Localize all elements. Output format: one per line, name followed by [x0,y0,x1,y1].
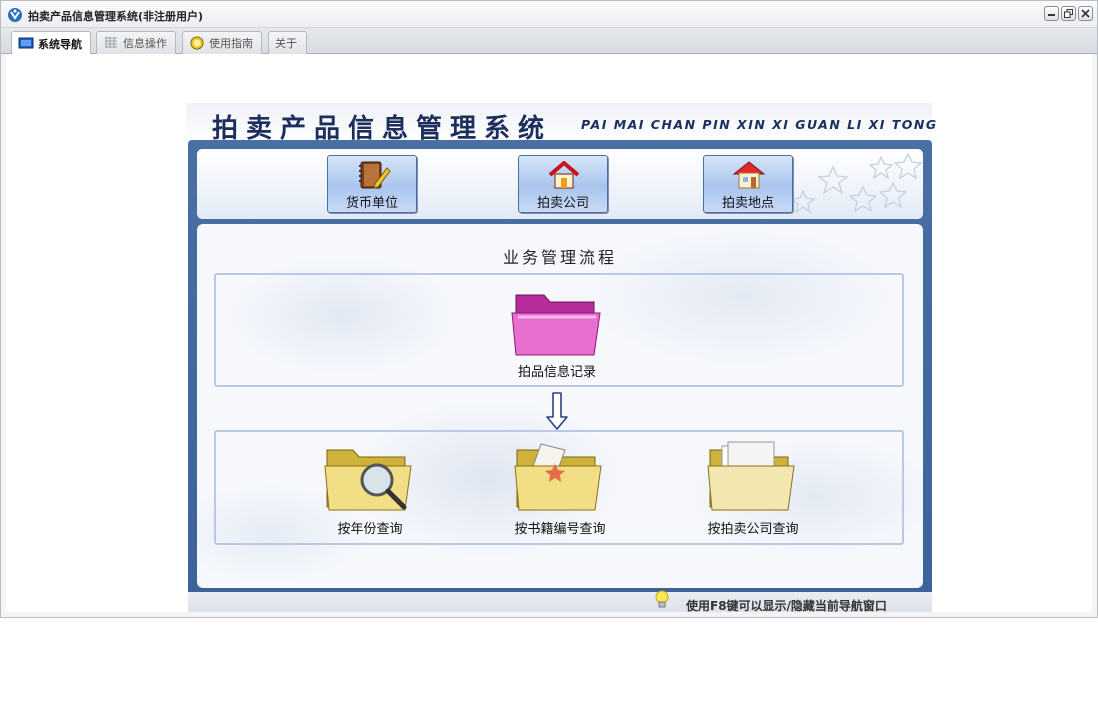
tab-label: 使用指南 [209,37,253,50]
title-bar[interactable]: 拍卖产品信息管理系统(非注册用户) [1,1,1097,28]
status-bar: 使用F8键可以显示/隐藏当前导航窗口 [188,590,932,613]
minimize-button[interactable] [1044,6,1059,21]
query-label[interactable]: 按年份查询 [322,518,418,537]
banner: 拍卖产品信息管理系统 PAI MAI CHAN PIN XIN XI GUAN … [186,103,936,144]
currency-unit-button[interactable]: 货币单位 [327,155,417,213]
query-label[interactable]: 按书籍编号查询 [500,518,620,537]
house-icon [548,161,580,189]
tab-info-ops[interactable]: 信息操作 [96,31,176,54]
nav-button-label: 拍卖地点 [721,196,774,211]
status-hint: 使用F8键可以显示/隐藏当前导航窗口 [686,599,887,613]
tab-bar: 系统导航 信息操作 使用指南 关于 [1,28,1097,55]
tab-system-nav[interactable]: 系统导航 [11,31,91,55]
tab-label: 系统导航 [38,37,82,51]
monitor-icon [18,37,34,48]
banner-subtitle: PAI MAI CHAN PIN XIN XI GUAN LI XI TONG [581,117,938,132]
close-icon [1081,9,1090,18]
query-section: 按年份查询 按书籍编号查询 按拍卖公司查询 [214,430,904,545]
folder-star-icon[interactable] [513,442,607,516]
house-red-roof-icon [732,161,766,189]
lightbulb-icon [655,590,669,608]
main-panel: 货币单位 拍卖公司 拍卖地点 业务管理流程 拍品信息记录 按年份查询 按书籍编号… [188,140,932,613]
record-label[interactable]: 拍品信息记录 [509,361,605,380]
workflow-title: 业务管理流程 [502,248,617,267]
restore-button[interactable] [1061,6,1076,21]
tab-label: 信息操作 [123,37,167,50]
window-title: 拍卖产品信息管理系统(非注册用户) [28,10,204,23]
tab-about[interactable]: 关于 [268,31,307,54]
grid-icon [105,37,117,48]
app-logo-icon [8,8,22,22]
pink-folder-icon[interactable] [510,287,604,359]
restore-icon [1064,9,1073,18]
folder-search-icon[interactable] [323,442,417,516]
down-arrow-icon [546,392,568,430]
auction-location-button[interactable]: 拍卖地点 [703,155,793,213]
help-icon [190,36,204,50]
auction-company-button[interactable]: 拍卖公司 [518,155,608,213]
close-button[interactable] [1078,6,1093,21]
tab-user-guide[interactable]: 使用指南 [182,31,262,54]
content-area: 拍卖产品信息管理系统 PAI MAI CHAN PIN XIN XI GUAN … [6,54,1092,613]
workflow-panel: 业务管理流程 拍品信息记录 按年份查询 按书籍编号查询 按拍卖公司查询 [197,224,923,588]
query-label[interactable]: 按拍卖公司查询 [690,518,816,537]
quick-nav-panel: 货币单位 拍卖公司 拍卖地点 [197,149,923,219]
nav-button-label: 拍卖公司 [536,196,589,211]
tab-label: 关于 [275,37,297,50]
notebook-pen-icon [359,161,391,189]
nav-button-label: 货币单位 [345,196,398,211]
app-window: 拍卖产品信息管理系统(非注册用户) 系统导航 信息操作 使用指南 关于 拍卖产品… [0,0,1098,618]
minimize-icon [1048,14,1055,16]
window-controls [1044,6,1093,21]
folder-documents-icon[interactable] [706,440,800,514]
record-section: 拍品信息记录 [214,273,904,387]
